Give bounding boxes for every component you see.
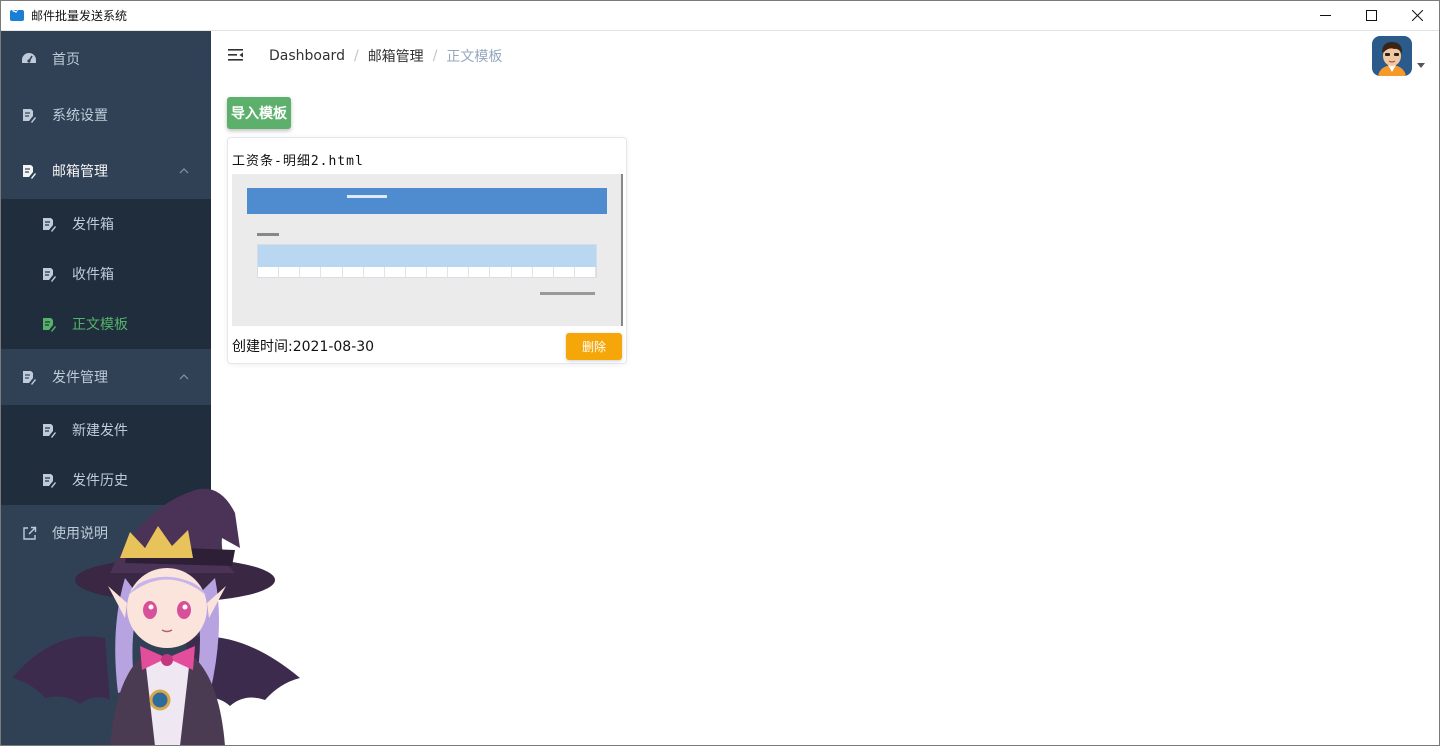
submenu-mailbox: 发件箱 收件箱 正文模板 xyxy=(1,199,211,349)
sidebar-item-inbox[interactable]: 收件箱 xyxy=(1,249,211,299)
navbar: Dashboard / 邮箱管理 / 正文模板 xyxy=(211,31,1439,81)
sidebar-item-label: 邮箱管理 xyxy=(52,164,108,180)
import-template-button[interactable]: 导入模板 xyxy=(227,97,291,129)
sidebar-item-home[interactable]: 首页 xyxy=(1,31,211,87)
user-menu[interactable] xyxy=(1372,36,1425,76)
sidebar-item-label: 新建发件 xyxy=(72,423,128,439)
window-title-bar[interactable]: 邮件批量发送系统 xyxy=(0,0,1440,31)
sidebar-item-templates[interactable]: 正文模板 xyxy=(1,299,211,349)
document-edit-icon xyxy=(21,369,37,385)
breadcrumb-separator: / xyxy=(432,48,438,64)
document-edit-icon xyxy=(21,107,37,123)
preview-table xyxy=(257,244,597,278)
avatar[interactable] xyxy=(1372,36,1412,76)
breadcrumb: Dashboard / 邮箱管理 / 正文模板 xyxy=(269,46,502,66)
menu-fold-icon xyxy=(228,49,243,61)
sidebar-item-settings[interactable]: 系统设置 xyxy=(1,87,211,143)
template-created-date: 创建时间:2021-08-30 xyxy=(232,339,375,355)
close-button[interactable] xyxy=(1394,0,1440,31)
breadcrumb-dashboard[interactable]: Dashboard xyxy=(269,48,345,64)
document-edit-icon xyxy=(41,422,57,438)
sidebar-item-label: 发件历史 xyxy=(72,473,128,489)
main-content: 导入模板 工资条-明细2.html 创建时间:2021-08-30 删除 xyxy=(211,81,1439,745)
chevron-up-icon xyxy=(179,374,189,380)
caret-down-icon xyxy=(1417,63,1425,68)
sidebar-item-label: 发件箱 xyxy=(72,217,114,233)
sidebar-item-label: 收件箱 xyxy=(72,267,114,283)
breadcrumb-separator: / xyxy=(353,48,359,64)
minimize-button[interactable] xyxy=(1302,0,1348,31)
breadcrumb-current: 正文模板 xyxy=(446,49,503,65)
mail-icon xyxy=(10,9,24,21)
sidebar-item-outbox[interactable]: 发件箱 xyxy=(1,199,211,249)
document-edit-icon xyxy=(41,316,57,332)
document-edit-icon xyxy=(21,163,37,179)
sidebar-item-mailbox[interactable]: 邮箱管理 xyxy=(1,143,211,199)
template-card: 工资条-明细2.html 创建时间:2021-08-30 删除 xyxy=(227,137,627,364)
close-icon xyxy=(1411,10,1423,21)
maximize-icon xyxy=(1365,10,1377,21)
sidebar-item-label: 系统设置 xyxy=(52,108,108,124)
sidebar-item-label: 首页 xyxy=(52,52,80,68)
template-preview[interactable] xyxy=(232,174,623,326)
sidebar-item-label: 发件管理 xyxy=(52,370,108,386)
template-title: 工资条-明细2.html xyxy=(232,154,364,169)
sidebar-item-send-management[interactable]: 发件管理 xyxy=(1,349,211,405)
mascot-image xyxy=(12,488,300,746)
preview-label xyxy=(257,233,279,236)
document-edit-icon xyxy=(41,472,57,488)
preview-header xyxy=(247,188,607,214)
chevron-up-icon xyxy=(179,168,189,174)
document-edit-icon xyxy=(41,216,57,232)
delete-template-button[interactable]: 删除 xyxy=(566,333,622,360)
window-title: 邮件批量发送系统 xyxy=(31,8,128,23)
sidebar-item-new-send[interactable]: 新建发件 xyxy=(1,405,211,455)
window-controls xyxy=(1302,0,1440,31)
sidebar-item-label: 正文模板 xyxy=(72,317,128,333)
preview-footer xyxy=(540,292,595,295)
document-edit-icon xyxy=(41,266,57,282)
sidebar-toggle-button[interactable] xyxy=(211,31,261,81)
breadcrumb-mailbox[interactable]: 邮箱管理 xyxy=(368,46,424,66)
dashboard-icon xyxy=(21,51,37,67)
minimize-icon xyxy=(1319,15,1331,16)
maximize-button[interactable] xyxy=(1348,0,1394,31)
